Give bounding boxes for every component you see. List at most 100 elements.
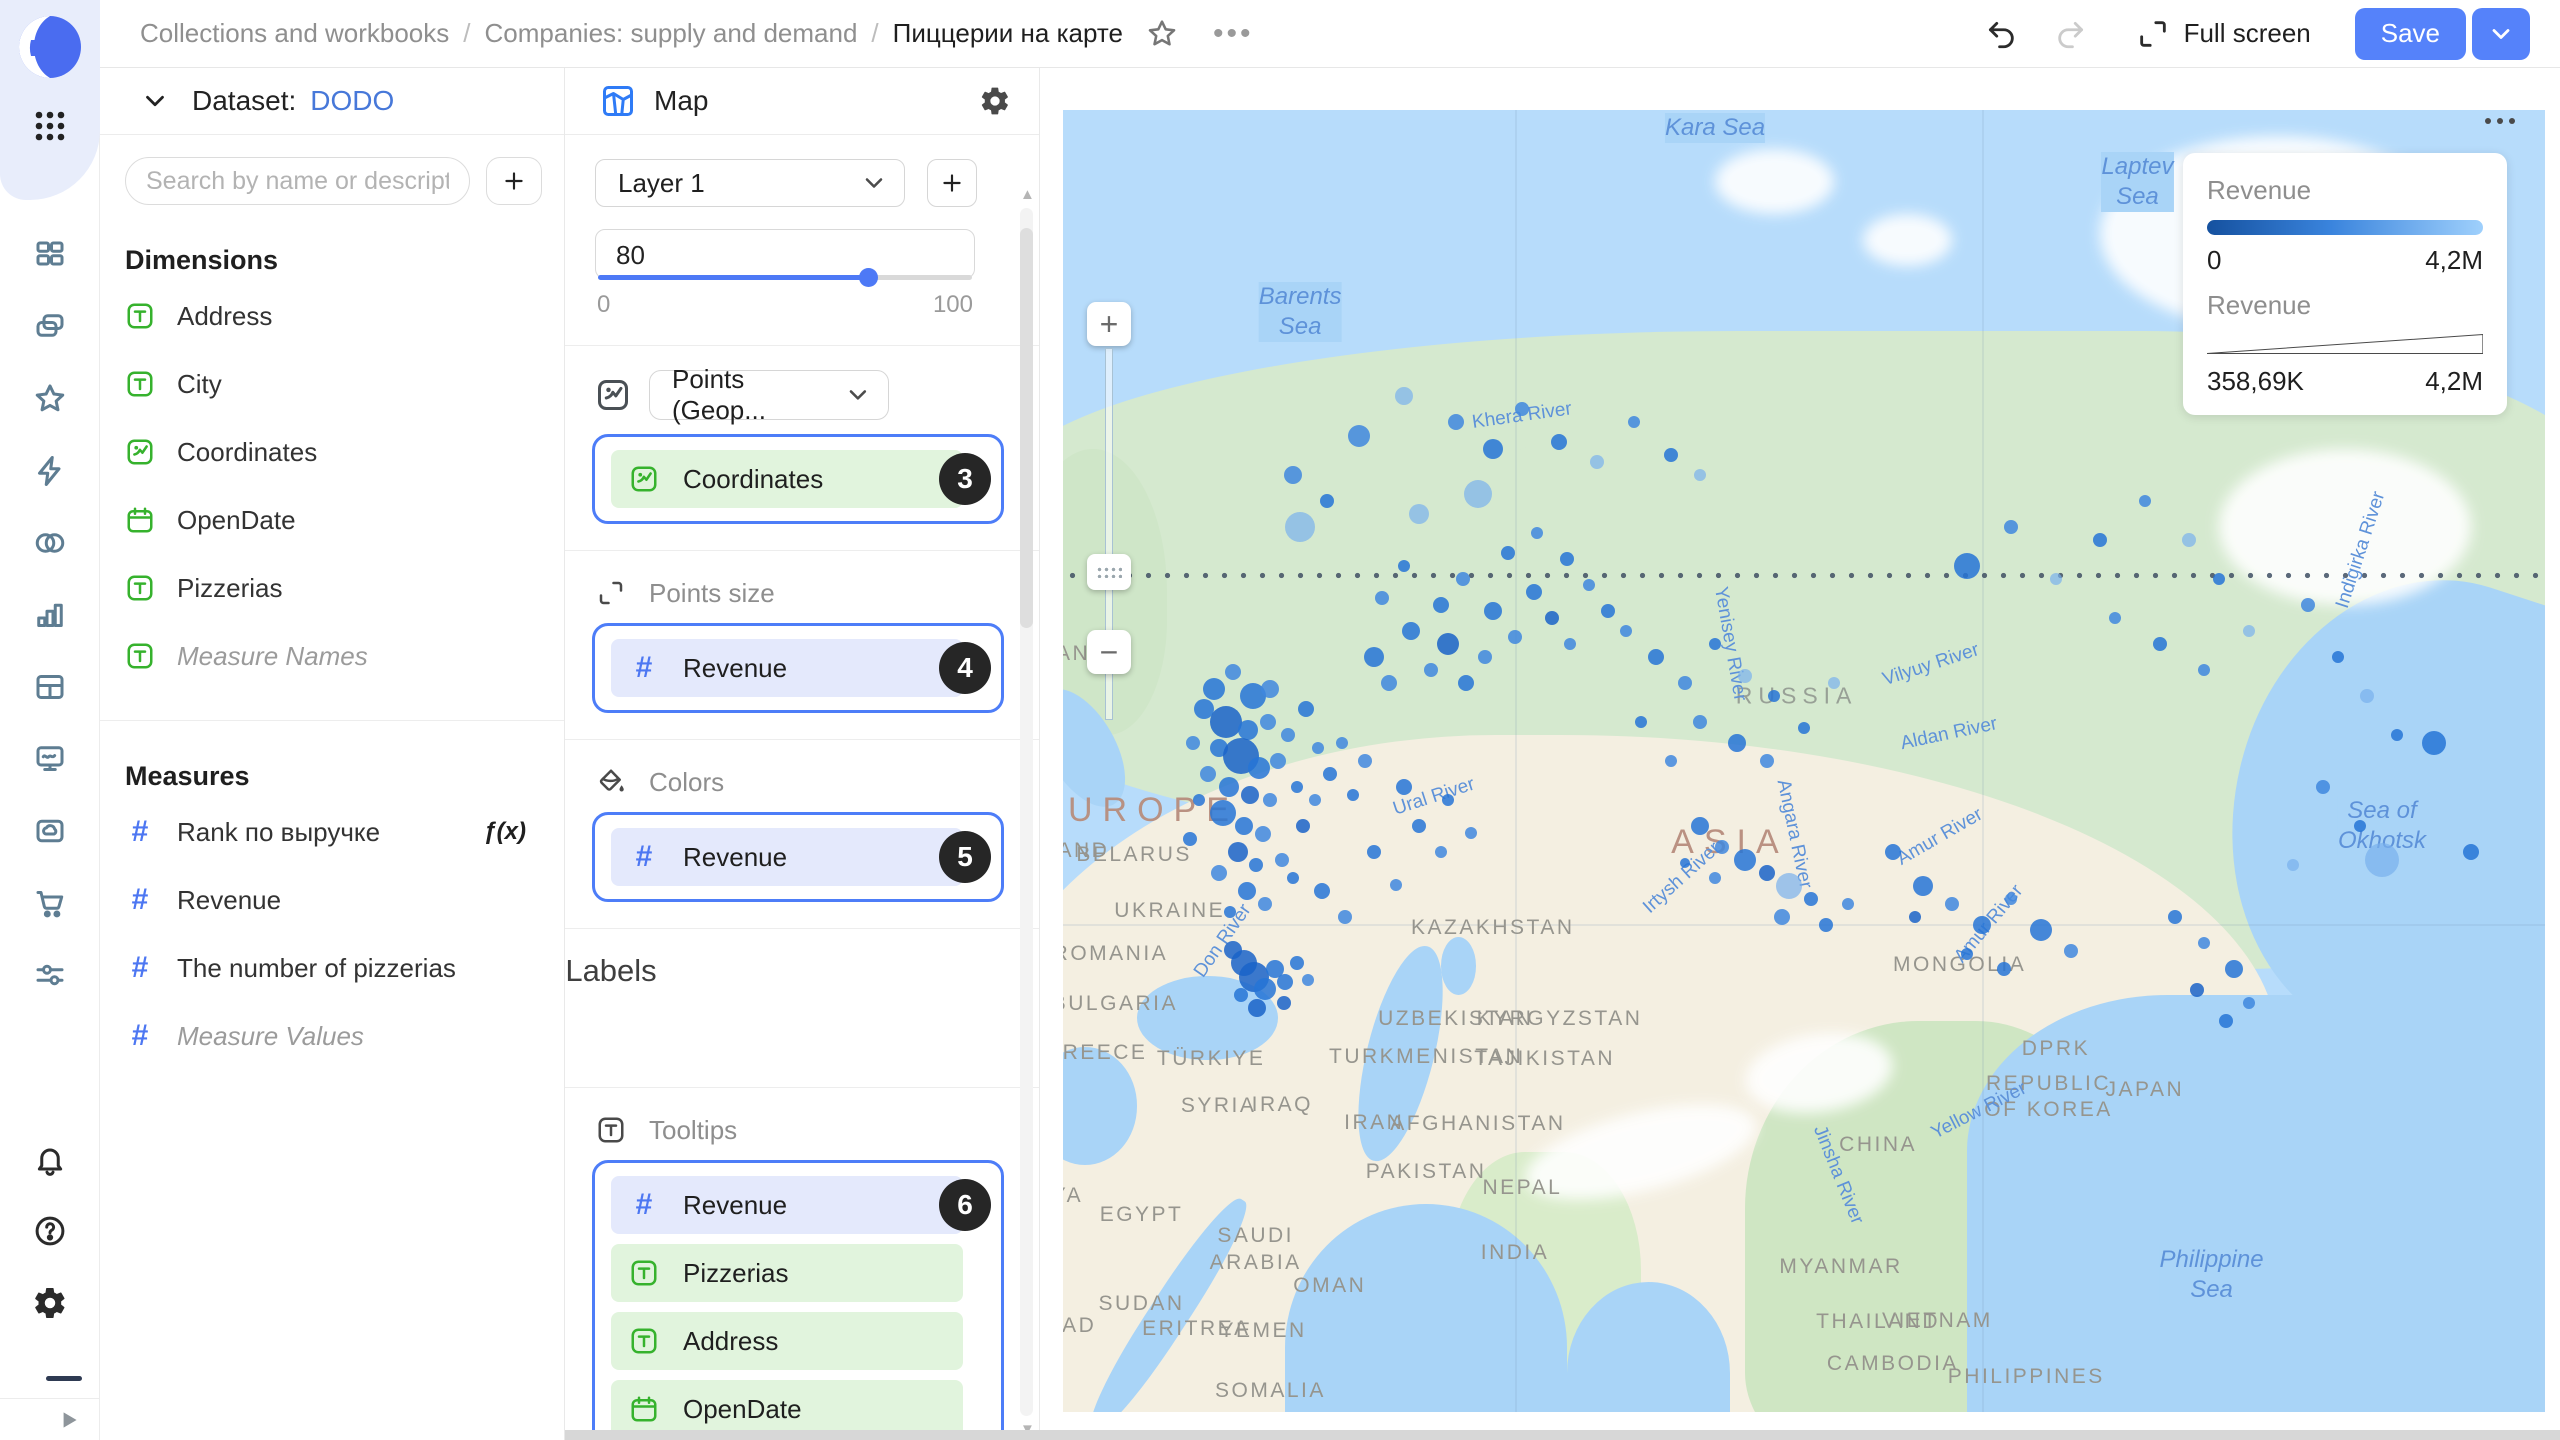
map-data-point[interactable] bbox=[2242, 624, 2255, 637]
map-data-point[interactable] bbox=[2063, 944, 2078, 959]
map-data-point[interactable] bbox=[1281, 727, 1296, 742]
map-data-point[interactable] bbox=[1664, 755, 1677, 767]
dimension-item[interactable]: Measure Names bbox=[100, 622, 564, 690]
map-data-point[interactable] bbox=[2462, 844, 2479, 861]
circles-icon[interactable] bbox=[28, 521, 72, 565]
map-data-point[interactable] bbox=[1224, 906, 1237, 919]
map-data-point[interactable] bbox=[1776, 872, 1803, 899]
opacity-slider-thumb[interactable] bbox=[859, 268, 879, 287]
map-data-point[interactable] bbox=[1709, 872, 1722, 885]
map-data-point[interactable] bbox=[1193, 794, 1206, 807]
lightning-icon[interactable] bbox=[28, 449, 72, 493]
zoom-out-button[interactable]: − bbox=[1087, 630, 1131, 674]
breadcrumb-item[interactable]: Collections and workbooks bbox=[140, 18, 449, 49]
map-data-point[interactable] bbox=[2109, 611, 2122, 624]
datalens-logo[interactable] bbox=[17, 14, 83, 80]
sliders-icon[interactable] bbox=[28, 953, 72, 997]
map-data-point[interactable] bbox=[1508, 630, 1522, 645]
map-data-point[interactable] bbox=[1263, 793, 1278, 808]
map-data-point[interactable] bbox=[1397, 559, 1410, 572]
zoom-slider-handle[interactable] bbox=[1087, 554, 1131, 590]
map-data-point[interactable] bbox=[1335, 736, 1348, 749]
map-data-point[interactable] bbox=[1442, 794, 1455, 807]
config-scrollbar[interactable]: ▲ ▼ bbox=[1020, 186, 1035, 1438]
geopoints-drop-zone[interactable]: Coordinates 3 bbox=[592, 434, 1004, 524]
gear-icon[interactable] bbox=[28, 1281, 72, 1325]
dimension-item[interactable]: OpenDate bbox=[100, 486, 564, 554]
map-data-point[interactable] bbox=[1227, 842, 1248, 863]
layer-opacity-input[interactable]: 80 bbox=[595, 229, 975, 287]
map-data-point[interactable] bbox=[1200, 766, 1217, 783]
map-data-point[interactable] bbox=[2030, 919, 2053, 942]
bar-chart-icon[interactable] bbox=[28, 593, 72, 637]
map-data-point[interactable] bbox=[1434, 846, 1447, 859]
apps-grid-icon[interactable] bbox=[28, 104, 72, 148]
map-data-point[interactable] bbox=[1291, 781, 1304, 794]
map-data-point[interactable] bbox=[2093, 532, 2108, 547]
add-layer-button[interactable] bbox=[927, 159, 977, 207]
map-data-point[interactable] bbox=[2300, 597, 2315, 612]
map-data-point[interactable] bbox=[1255, 825, 1272, 842]
map-data-point[interactable] bbox=[2152, 636, 2167, 651]
map-data-point[interactable] bbox=[1620, 624, 1633, 637]
measure-item[interactable]: # The number of pizzerias bbox=[100, 934, 564, 1002]
map-data-point[interactable] bbox=[1526, 583, 1543, 600]
map-data-point[interactable] bbox=[1364, 646, 1385, 667]
search-input[interactable] bbox=[125, 157, 470, 205]
map-data-point[interactable] bbox=[2198, 663, 2211, 676]
cloud-folder-icon[interactable] bbox=[28, 809, 72, 853]
map-data-point[interactable] bbox=[2224, 960, 2243, 979]
points-size-drop-zone[interactable]: # Revenue 4 bbox=[592, 623, 1004, 713]
map-data-point[interactable] bbox=[2167, 910, 2182, 925]
fullscreen-label[interactable]: Full screen bbox=[2184, 18, 2311, 49]
map-data-point[interactable] bbox=[1601, 604, 1616, 619]
map-data-point[interactable] bbox=[1912, 875, 1933, 896]
map-data-point[interactable] bbox=[1715, 839, 1730, 854]
map-data-point[interactable] bbox=[2421, 730, 2446, 755]
map-data-point[interactable] bbox=[1500, 545, 1515, 560]
map-data-point[interactable] bbox=[1358, 754, 1373, 768]
map-data-point[interactable] bbox=[1842, 898, 1855, 911]
map-data-point[interactable] bbox=[1253, 977, 1276, 1000]
table-icon[interactable] bbox=[28, 665, 72, 709]
colors-drop-zone[interactable]: # Revenue 5 bbox=[592, 812, 1004, 902]
map-data-point[interactable] bbox=[1247, 756, 1270, 779]
measure-item[interactable]: # Rank по выручке ƒ(x) bbox=[100, 798, 564, 866]
collapse-chevron-icon[interactable] bbox=[140, 86, 170, 116]
save-options-button[interactable] bbox=[2472, 7, 2530, 60]
map-data-point[interactable] bbox=[1374, 591, 1389, 606]
breadcrumb-item[interactable]: Companies: supply and demand bbox=[485, 18, 858, 49]
map-data-point[interactable] bbox=[2219, 1014, 2234, 1029]
dimension-item[interactable]: City bbox=[100, 350, 564, 418]
map-data-point[interactable] bbox=[1463, 480, 1492, 509]
map-data-point[interactable] bbox=[1563, 637, 1576, 650]
map-data-point[interactable] bbox=[1680, 857, 1691, 868]
layer-select[interactable]: Layer 1 bbox=[595, 159, 905, 207]
map-data-point[interactable] bbox=[1458, 674, 1475, 691]
map-data-point[interactable] bbox=[1411, 819, 1426, 834]
map-data-point[interactable] bbox=[1186, 735, 1201, 750]
geopoints-field-p[interactable]: Coordinates bbox=[611, 450, 963, 508]
star-icon[interactable] bbox=[28, 377, 72, 421]
map-data-point[interactable] bbox=[1285, 511, 1316, 542]
monitor-icon[interactable] bbox=[28, 737, 72, 781]
map-data-point[interactable] bbox=[1694, 468, 1707, 481]
tooltips-field-p[interactable]: # Revenue bbox=[611, 1176, 963, 1234]
map-data-point[interactable] bbox=[1531, 527, 1544, 540]
map-data-point[interactable] bbox=[1798, 722, 1810, 735]
tooltips-drop-zone[interactable]: # Revenue Pizzerias Address OpenDate 6 bbox=[592, 1160, 1004, 1440]
map-menu-ellipsis-icon[interactable] bbox=[2485, 118, 2515, 124]
map-data-point[interactable] bbox=[1225, 664, 1242, 681]
map-data-point[interactable] bbox=[1478, 649, 1493, 664]
map-data-point[interactable] bbox=[1589, 454, 1604, 469]
rail-collapse-handle[interactable] bbox=[46, 1376, 82, 1381]
map-data-point[interactable] bbox=[1237, 882, 1256, 901]
more-menu-icon[interactable]: ••• bbox=[1213, 17, 1254, 51]
map-data-point[interactable] bbox=[1909, 911, 1922, 924]
map-data-point[interactable] bbox=[2242, 997, 2255, 1010]
map-data-point[interactable] bbox=[1709, 637, 1722, 650]
map-data-point[interactable] bbox=[1322, 767, 1337, 782]
map-data-point[interactable] bbox=[1348, 424, 1371, 447]
dimension-item[interactable]: Coordinates bbox=[100, 418, 564, 486]
geotype-select[interactable]: Points (Geop... bbox=[649, 364, 889, 425]
